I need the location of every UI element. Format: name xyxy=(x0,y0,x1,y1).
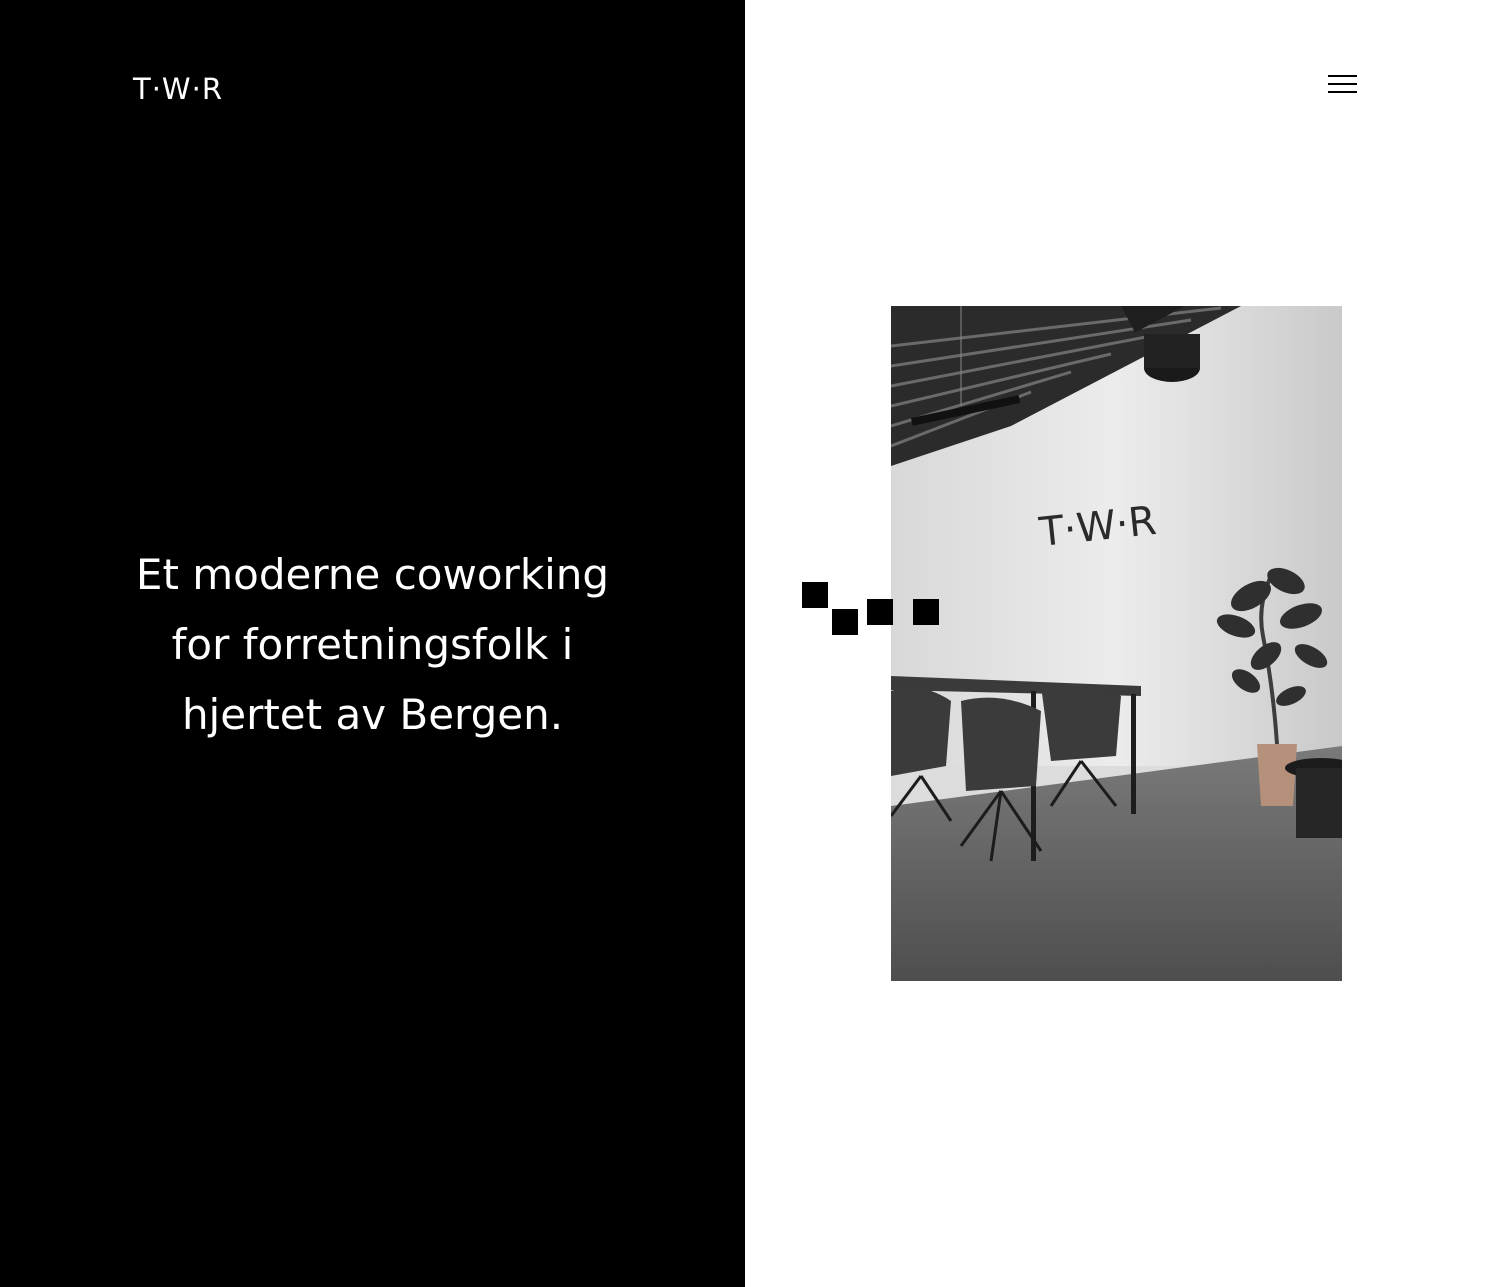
site-logo[interactable]: T·W·R xyxy=(133,72,223,106)
decorative-squares xyxy=(802,582,942,638)
office-photo: T·W·R xyxy=(891,306,1342,981)
hero-tagline-line-2: for forretningsfolk i xyxy=(171,620,574,669)
menu-line xyxy=(1328,83,1357,85)
square-shape xyxy=(867,599,893,625)
square-shape xyxy=(802,582,828,608)
page: T·W·R Et moderne coworking for forretnin… xyxy=(0,0,1487,1287)
hero-tagline-line-1: Et moderne coworking xyxy=(135,550,610,599)
hero-tagline: Et moderne coworking for forretningsfolk… xyxy=(100,540,645,750)
square-shape xyxy=(832,609,858,635)
menu-line xyxy=(1328,91,1357,93)
square-shape xyxy=(913,599,939,625)
hero-panel: T·W·R Et moderne coworking for forretnin… xyxy=(0,0,745,1287)
menu-line xyxy=(1328,75,1357,77)
hero-tagline-line-3: hjertet av Bergen. xyxy=(181,690,564,739)
hamburger-menu-icon[interactable] xyxy=(1322,70,1362,100)
